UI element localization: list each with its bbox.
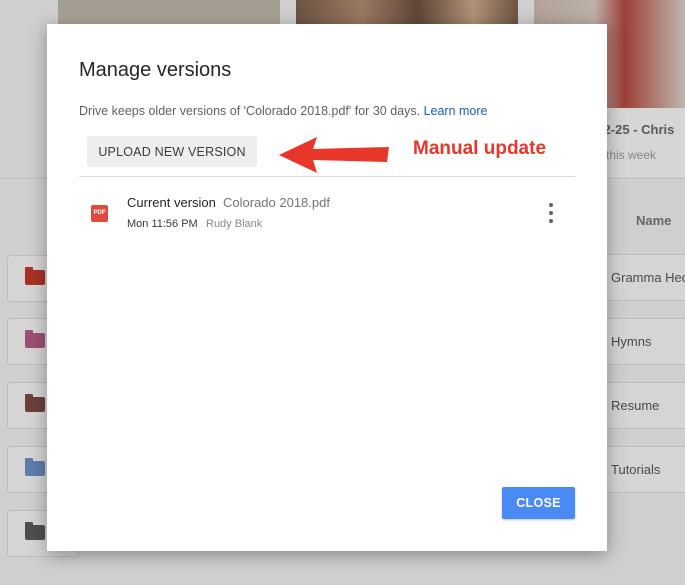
dialog-title: Manage versions [79,59,232,81]
more-options-icon[interactable] [541,200,561,226]
version-date: Mon 11:56 PM [127,218,198,230]
red-arrow-annotation-icon [279,137,389,173]
pdf-icon: PDF [91,205,108,222]
annotation-label: Manual update [413,138,547,159]
version-label: Current version [127,195,216,210]
dialog-description: Drive keeps older versions of 'Colorado … [79,104,488,118]
manage-versions-dialog: Manage versions Drive keeps older versio… [47,24,607,551]
learn-more-link[interactable]: Learn more [424,104,488,118]
version-user: Rudy Blank [206,218,263,230]
description-text: Drive keeps older versions of 'Colorado … [79,104,421,118]
upload-new-version-button[interactable]: UPLOAD NEW VERSION [87,136,257,167]
version-filename: Colorado 2018.pdf [223,195,330,210]
divider [79,176,575,177]
version-row: PDF Current version Colorado 2018.pdf Mo… [79,184,575,240]
close-button[interactable]: CLOSE [502,487,575,519]
